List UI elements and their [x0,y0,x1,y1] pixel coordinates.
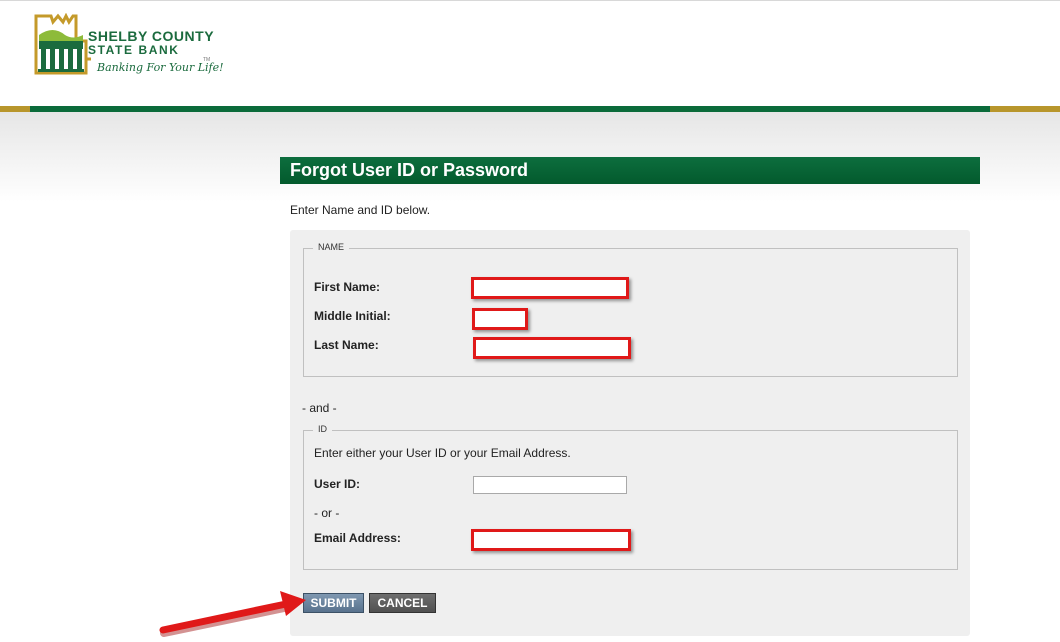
submit-button[interactable]: SUBMIT [303,593,364,613]
middle-initial-label: Middle Initial: [314,309,391,323]
bank-logo[interactable]: SHELBY COUNTY STATE BANK TM Banking For … [31,13,231,79]
last-name-input[interactable] [473,337,631,359]
email-input[interactable] [471,529,631,551]
logo-name-line1: SHELBY COUNTY [88,28,215,44]
user-id-label: User ID: [314,477,361,491]
page-title: Forgot User ID or Password [290,160,529,180]
intro-text: Enter Name and ID below. [290,203,431,217]
logo-name-line2: STATE BANK [88,43,180,57]
site-header: SHELBY COUNTY STATE BANK TM Banking For … [0,1,1060,106]
id-legend: ID [313,424,332,434]
or-separator: - or - [314,506,340,520]
cancel-button[interactable]: CANCEL [369,593,436,613]
page-title-bar: Forgot User ID or Password [280,157,980,184]
and-separator: - and - [302,401,337,415]
form-panel: NAME First Name: Middle Initial: Last Na… [290,230,970,636]
last-name-label: Last Name: [314,338,379,352]
logo-tagline: Banking For Your Life! [97,61,224,74]
user-id-input[interactable] [473,476,627,494]
first-name-label: First Name: [314,280,381,294]
name-legend: NAME [313,242,350,252]
email-label: Email Address: [314,531,401,545]
id-instructions: Enter either your User ID or your Email … [314,446,571,460]
first-name-input[interactable] [471,277,629,299]
middle-initial-input[interactable] [472,308,528,330]
key-building-icon [34,13,91,75]
